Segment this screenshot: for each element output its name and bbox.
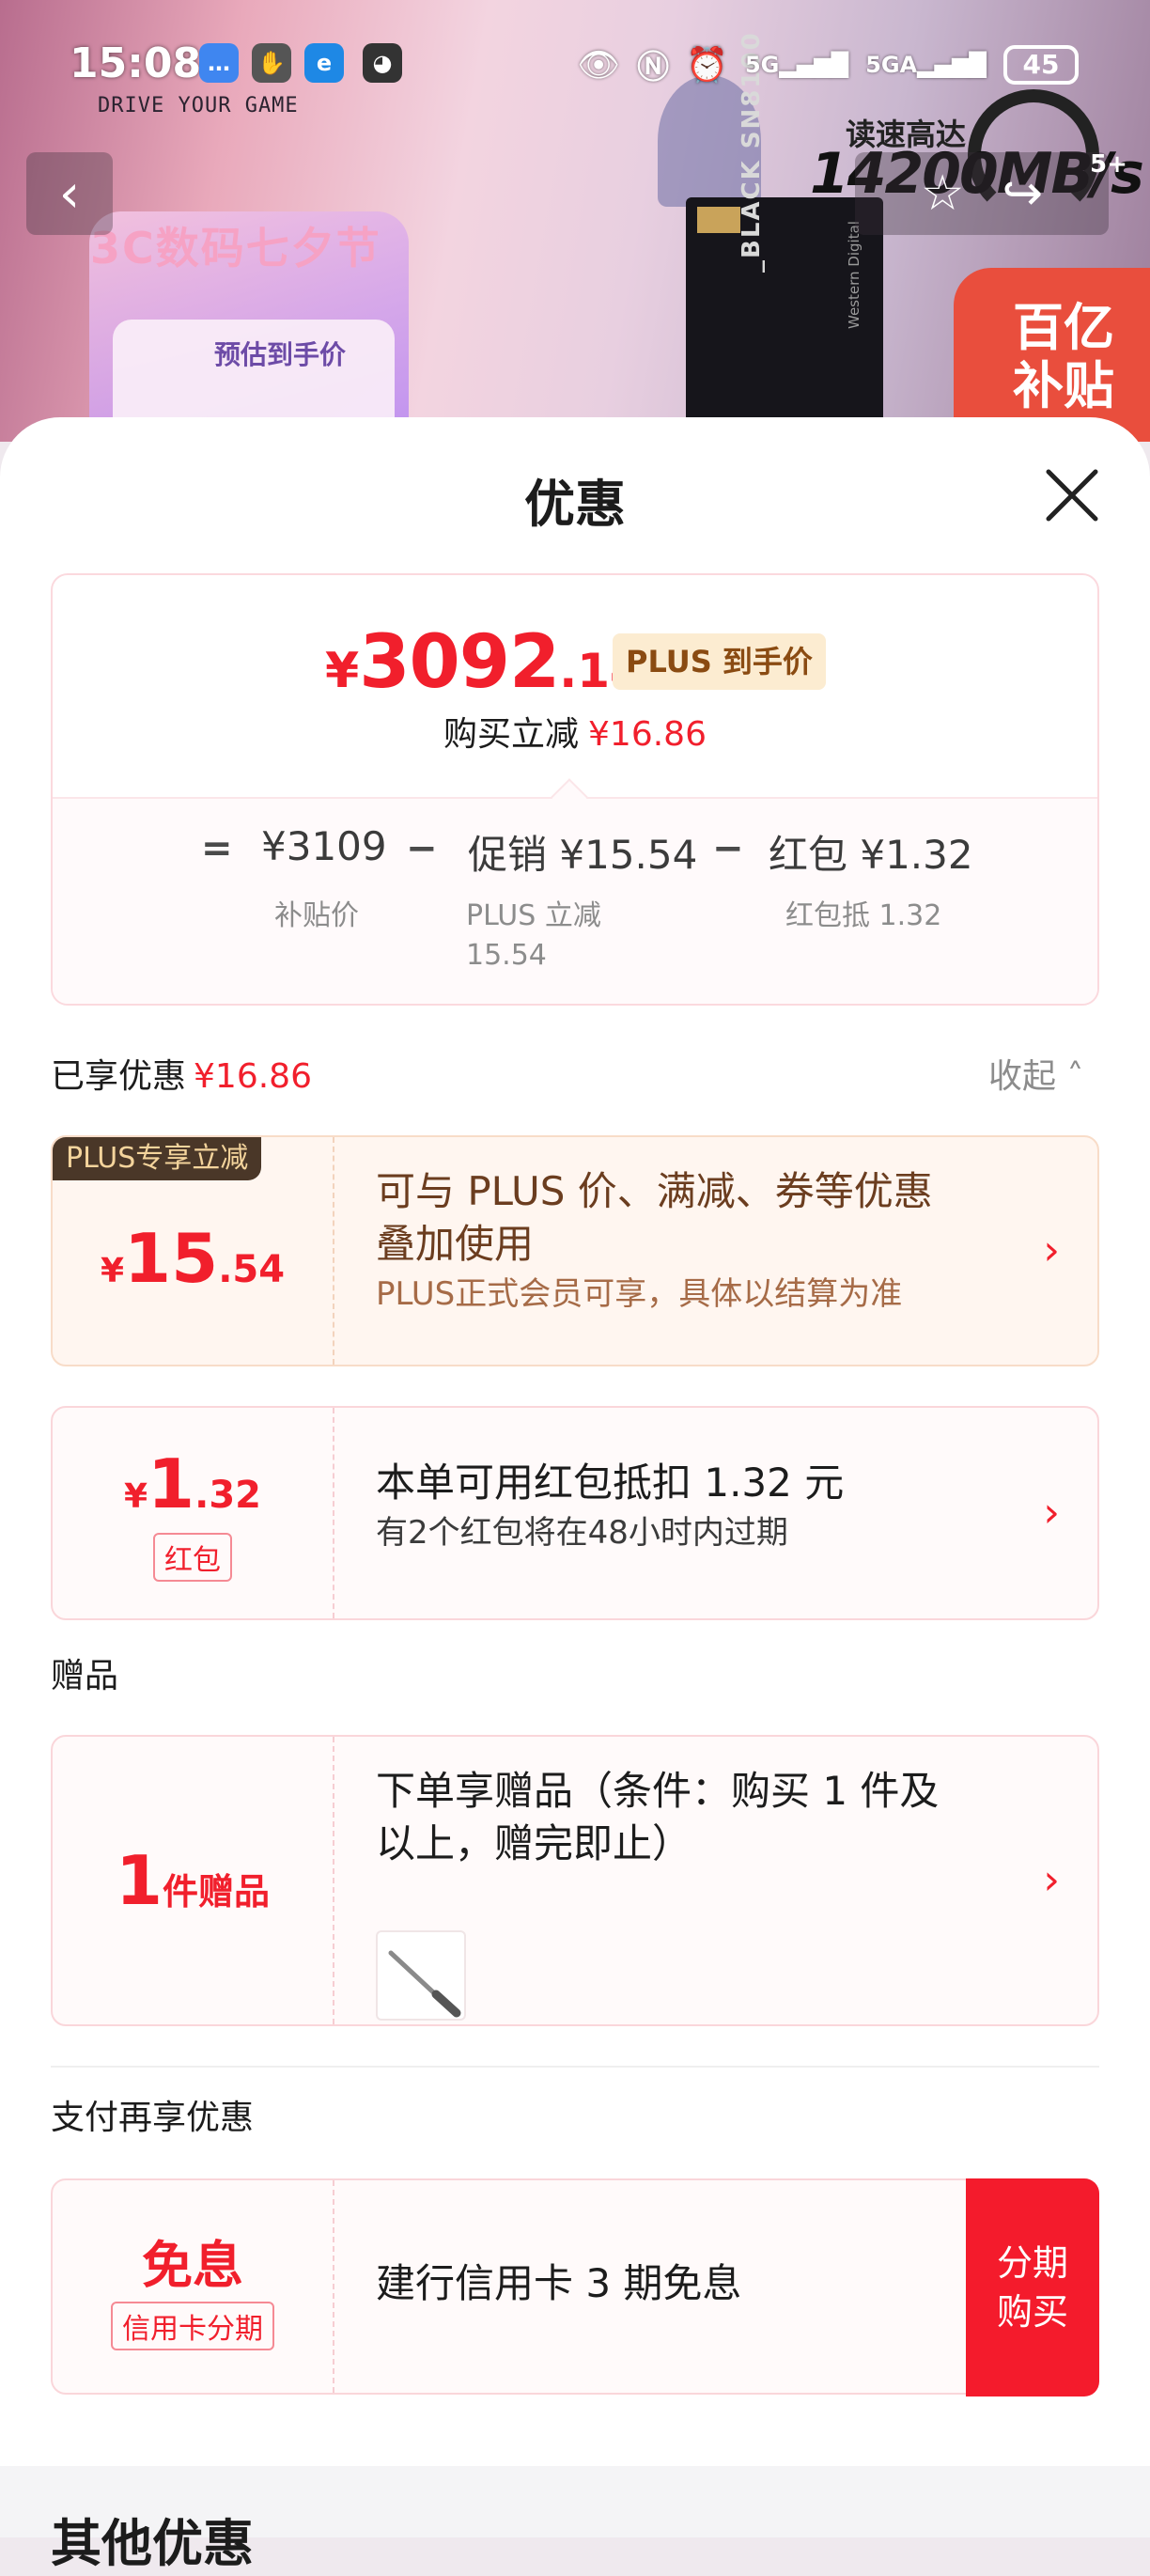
payment-card[interactable]: 免息 信用卡分期 建行信用卡 3 期免息 分期 购买	[51, 2178, 1099, 2396]
plus-amount: ¥15.54	[100, 1219, 286, 1298]
gift-card[interactable]: 1件赠品 下单享赠品（条件：购买 1 件及 以上，赠完即止） ›	[51, 1735, 1099, 2026]
redpacket-amount-panel: ¥1.32 红包	[53, 1408, 334, 1618]
redpacket-tag: 红包	[153, 1533, 232, 1582]
redpacket-label: 红包抵 1.32	[785, 899, 942, 932]
final-price: ¥3092.14	[325, 620, 643, 705]
other-discounts-title: 其他优惠	[51, 2514, 254, 2573]
gift-card-body: 下单享赠品（条件：购买 1 件及 以上，赠完即止）	[376, 1765, 1013, 2021]
payment-section-title: 支付再享优惠	[51, 2099, 255, 2137]
discount-sheet: 优惠 ¥3092.14 PLUS 到手价 购买立减 ¥16.86 = ¥3109 …	[0, 417, 1150, 2573]
festival-title: 3C数码七夕节	[90, 223, 381, 273]
plus-corner-tag: PLUS专享立减	[53, 1137, 262, 1180]
gift-title-line1: 下单享赠品（条件：购买 1 件及	[376, 1768, 940, 1814]
minus-sign-1: −	[406, 827, 438, 870]
browser-icon: e	[304, 43, 344, 83]
back-button[interactable]: ‹	[26, 152, 113, 235]
payment-title: 建行信用卡 3 期免息	[376, 2260, 742, 2306]
plus-title-line2: 叠加使用	[376, 1221, 535, 1267]
alarm-icon: ⏰	[686, 45, 728, 85]
subsidy-label: 补贴价	[274, 899, 359, 932]
redpacket-title: 本单可用红包抵扣 1.32 元	[376, 1460, 845, 1506]
plus-discount-card[interactable]: ¥15.54 PLUS专享立减 可与 PLUS 价、满减、券等优惠 叠加使用 P…	[51, 1135, 1099, 1366]
chevron-up-icon: ˄	[1056, 1057, 1084, 1096]
ssd-maker: Western Digital	[846, 221, 862, 329]
redpacket-value: 红包 ¥1.32	[769, 832, 973, 878]
minus-sign-2: −	[712, 827, 744, 870]
hand-icon: ✋	[252, 43, 291, 83]
promo-value: 促销 ¥15.54	[468, 832, 698, 878]
credit-installment-tag: 信用卡分期	[111, 2301, 274, 2350]
signal-2: 5GA▂▄▆█	[865, 51, 987, 78]
payment-card-body: 建行信用卡 3 期免息	[376, 2257, 1013, 2310]
price-summary-card: ¥3092.14 PLUS 到手价 购买立减 ¥16.86 = ¥3109 补贴价…	[51, 573, 1099, 1006]
gift-section-title: 赠品	[51, 1657, 119, 1695]
reduce-line: 购买立减 ¥16.86	[443, 715, 707, 754]
signal-1: 5G▂▄▆█	[744, 51, 849, 78]
redpacket-card-body: 本单可用红包抵扣 1.32 元 有2个红包将在48小时内过期	[376, 1457, 1013, 1556]
installment-buy-button[interactable]: 分期 购买	[966, 2178, 1099, 2396]
promo-label: PLUS 立减 15.54	[466, 899, 601, 972]
gift-count: 1件赠品	[115, 1841, 271, 1920]
status-time: 15:08	[70, 39, 202, 87]
close-icon[interactable]	[1043, 466, 1101, 524]
gift-thumbnail[interactable]	[376, 1930, 466, 2021]
count-badge: 5+	[1090, 150, 1127, 179]
plus-price-tag: PLUS 到手价	[613, 633, 826, 690]
subsidy-value: ¥3109	[261, 823, 387, 869]
ssd-chip	[697, 207, 740, 233]
nfc-icon: Ⓝ	[637, 49, 670, 86]
mask-icon: ◕	[363, 43, 402, 83]
plus-title-line1: 可与 PLUS 价、满减、券等优惠	[376, 1168, 933, 1214]
estimate-label: 预估到手价	[214, 339, 347, 370]
equals-sign: =	[201, 827, 233, 870]
gift-title-line2: 以上，赠完即止）	[376, 1820, 692, 1866]
collapse-toggle[interactable]: 收起 ˄	[988, 1049, 1083, 1098]
chevron-left-icon: ‹	[58, 163, 81, 225]
plus-subtitle: PLUS正式会员可享，具体以结算为准	[376, 1275, 903, 1313]
status-right: 👁 Ⓝ ⏰ 5G▂▄▆█ 5GA▂▄▆█ 45	[577, 41, 1079, 87]
redpacket-subtitle: 有2个红包将在48小时内过期	[376, 1514, 788, 1552]
banner-tagline: DRIVE YOUR GAME	[98, 94, 299, 117]
redpacket-card[interactable]: ¥1.32 红包 本单可用红包抵扣 1.32 元 有2个红包将在48小时内过期 …	[51, 1406, 1099, 1620]
battery-indicator: 45	[1003, 44, 1079, 85]
chevron-right-icon: ›	[1043, 1226, 1060, 1274]
chevron-right-icon: ›	[1043, 1856, 1060, 1904]
enjoyed-label: 已享优惠 ¥16.86	[51, 1057, 312, 1096]
interest-free-panel: 免息 信用卡分期	[53, 2180, 334, 2393]
plus-card-body: 可与 PLUS 价、满减、券等优惠 叠加使用 PLUS正式会员可享，具体以结算为…	[376, 1165, 1013, 1318]
screwdriver-icon	[388, 1950, 461, 2018]
redpacket-amount: ¥1.32	[123, 1444, 262, 1523]
subsidy-badge-text: 百亿补贴	[1013, 298, 1114, 415]
share-icon[interactable]: ↪	[1002, 165, 1044, 222]
star-icon[interactable]: ☆	[921, 165, 965, 222]
chat-icon: …	[199, 43, 239, 83]
sheet-title: 优惠	[524, 475, 626, 534]
status-bar: 15:08 … ✋ e ◕ 👁 Ⓝ ⏰ 5G▂▄▆█ 5GA▂▄▆█ 45	[0, 38, 1150, 94]
gift-count-panel: 1件赠品	[53, 1737, 334, 2024]
eye-icon: 👁	[577, 45, 621, 85]
chevron-right-icon: ›	[1043, 1489, 1060, 1537]
section-divider	[51, 2066, 1099, 2068]
interest-free-label: 免息	[142, 2235, 243, 2295]
top-actions: ☆ ↪	[855, 152, 1109, 235]
